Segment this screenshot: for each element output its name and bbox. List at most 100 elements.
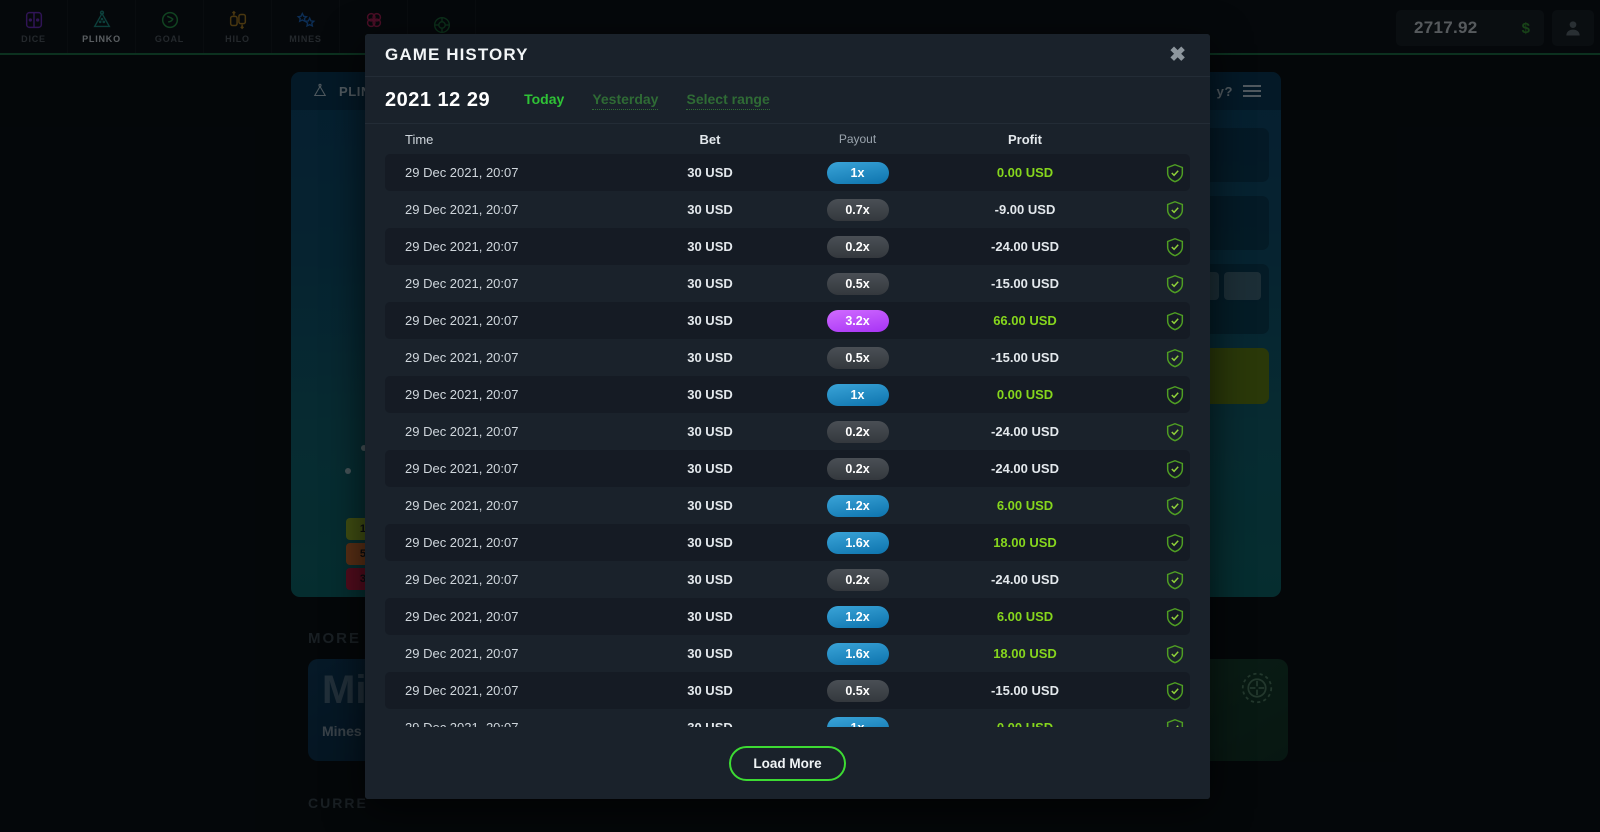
cell-profit: 0.00 USD — [930, 720, 1120, 727]
game-history-modal: GAME HISTORY ✖ 2021 12 29 Today Yesterda… — [365, 34, 1210, 799]
cell-verify — [1120, 569, 1190, 591]
cell-profit: -15.00 USD — [991, 276, 1059, 291]
table-row[interactable]: 29 Dec 2021, 20:07 30 USD 3.2x 66.00 USD — [385, 302, 1190, 339]
cell-time: 29 Dec 2021, 20:07 — [405, 350, 519, 365]
cell-time: 29 Dec 2021, 20:07 — [405, 683, 519, 698]
cell-time: 29 Dec 2021, 20:07 — [405, 276, 519, 291]
table-row[interactable]: 29 Dec 2021, 20:0730 USD1x0.00 USD — [385, 376, 1190, 413]
cell-verify — [1120, 421, 1190, 443]
table-row[interactable]: 29 Dec 2021, 20:0730 USD1x0.00 USD — [385, 154, 1190, 191]
cell-bet: 30 USD — [687, 683, 733, 698]
shield-check-icon[interactable] — [1164, 347, 1186, 369]
cell-payout: 0.5x — [785, 346, 930, 369]
cell-payout: 1.2x — [785, 605, 930, 628]
cell-bet: 30 USD — [687, 609, 733, 624]
cell-profit: 0.00 USD — [996, 165, 1054, 180]
cell-profit: 18.00 USD — [993, 646, 1057, 661]
date-link-yesterday[interactable]: Yesterday — [592, 91, 659, 110]
cell-time: 29 Dec 2021, 20:07 — [405, 424, 519, 439]
cell-time: 29 Dec 2021, 20:07 — [405, 387, 519, 402]
shield-check-icon[interactable] — [1164, 273, 1186, 295]
shield-check-icon[interactable] — [1164, 162, 1186, 184]
modal-title: GAME HISTORY — [385, 45, 529, 64]
cell-bet: 30 USD — [687, 276, 733, 291]
cell-time: 29 Dec 2021, 20:07 — [405, 202, 519, 217]
table-row[interactable]: 29 Dec 2021, 20:0730 USD1x0.00 USD — [385, 709, 1190, 727]
cell-bet: 30 USD — [687, 350, 733, 365]
payout-pill: 3.2x — [826, 309, 889, 332]
table-header-row: Time Bet Payout Profit — [385, 124, 1190, 154]
cell-profit: -15.00 USD — [991, 350, 1059, 365]
cell-verify — [1120, 606, 1190, 628]
table-row[interactable]: 29 Dec 2021, 20:07 30 USD 0.5x -15.00 USD — [385, 339, 1190, 376]
shield-check-icon[interactable] — [1164, 199, 1186, 221]
date-link-select-range[interactable]: Select range — [686, 91, 770, 110]
cell-payout: 0.5x — [785, 272, 930, 295]
cell-payout: 1x — [785, 161, 930, 184]
payout-pill: 0.5x — [826, 272, 889, 295]
shield-check-icon[interactable] — [1164, 569, 1186, 591]
shield-check-icon[interactable] — [1164, 532, 1186, 554]
cell-payout: 1.2x — [785, 494, 930, 517]
payout-pill: 0.2x — [826, 457, 889, 480]
cell-verify — [1120, 236, 1190, 258]
cell-profit: -24.00 USD — [991, 239, 1059, 254]
cell-verify — [1120, 458, 1190, 480]
payout-pill: 0.7x — [826, 198, 889, 221]
payout-pill: 1.6x — [826, 531, 889, 554]
cell-verify — [1120, 199, 1190, 221]
cell-payout: 0.2x — [785, 457, 930, 480]
shield-check-icon[interactable] — [1164, 458, 1186, 480]
shield-check-icon[interactable] — [1164, 421, 1186, 443]
cell-payout: 1x — [785, 716, 930, 727]
cell-bet: 30 USD — [687, 387, 733, 402]
shield-check-icon[interactable] — [1164, 606, 1186, 628]
cell-profit: -24.00 USD — [991, 461, 1059, 476]
column-header-payout: Payout — [838, 132, 877, 146]
payout-pill: 1.2x — [826, 605, 889, 628]
cell-bet: 30 USD — [687, 165, 733, 180]
modal-header: GAME HISTORY ✖ — [365, 34, 1210, 76]
cell-verify — [1120, 643, 1190, 665]
shield-check-icon[interactable] — [1164, 717, 1186, 728]
shield-check-icon[interactable] — [1164, 680, 1186, 702]
table-row[interactable]: 29 Dec 2021, 20:07 30 USD 0.7x -9.00 USD — [385, 191, 1190, 228]
payout-pill: 0.2x — [826, 568, 889, 591]
shield-check-icon[interactable] — [1164, 236, 1186, 258]
cell-payout: 3.2x — [785, 309, 930, 332]
cell-time: 29 Dec 2021, 20:07 — [405, 239, 519, 254]
shield-check-icon[interactable] — [1164, 384, 1186, 406]
table-row[interactable]: 29 Dec 2021, 20:07 30 USD 0.2x -24.00 USD — [385, 228, 1190, 265]
cell-time: 29 Dec 2021, 20:07 — [405, 313, 519, 328]
table-row[interactable]: 29 Dec 2021, 20:07 30 USD 0.5x -15.00 USD — [385, 672, 1190, 709]
table-row[interactable]: 29 Dec 2021, 20:07 30 USD 1.6x 18.00 USD — [385, 524, 1190, 561]
payout-pill: 1x — [826, 383, 889, 406]
shield-check-icon[interactable] — [1164, 310, 1186, 332]
cell-bet: 30 USD — [687, 646, 733, 661]
date-link-today[interactable]: Today — [524, 91, 564, 110]
table-row[interactable]: 29 Dec 2021, 20:07 30 USD 1.6x 18.00 USD — [385, 635, 1190, 672]
cell-time: 29 Dec 2021, 20:07 — [405, 498, 519, 513]
payout-pill: 0.2x — [826, 420, 889, 443]
table-row[interactable]: 29 Dec 2021, 20:07 30 USD 0.5x -15.00 USD — [385, 265, 1190, 302]
table-row[interactable]: 29 Dec 2021, 20:07 30 USD 0.2x -24.00 USD — [385, 413, 1190, 450]
cell-verify — [1120, 717, 1190, 728]
cell-verify — [1120, 310, 1190, 332]
cell-payout: 0.7x — [785, 198, 930, 221]
column-header-profit: Profit — [1008, 131, 1042, 147]
cell-bet: 30 USD — [687, 572, 733, 587]
table-row[interactable]: 29 Dec 2021, 20:07 30 USD 1.2x 6.00 USD — [385, 487, 1190, 524]
shield-check-icon[interactable] — [1164, 643, 1186, 665]
cell-verify — [1120, 532, 1190, 554]
cell-payout: 1.6x — [785, 642, 930, 665]
table-row[interactable]: 29 Dec 2021, 20:07 30 USD 0.2x -24.00 USD — [385, 450, 1190, 487]
cell-profit: 6.00 USD — [996, 609, 1054, 624]
shield-check-icon[interactable] — [1164, 495, 1186, 517]
selected-date-value: 2021 12 29 — [385, 88, 491, 111]
table-row[interactable]: 29 Dec 2021, 20:07 30 USD 0.2x -24.00 USD — [385, 561, 1190, 598]
column-header-time: Time — [405, 131, 434, 147]
close-icon[interactable]: ✖ — [1165, 43, 1190, 67]
load-more-button[interactable]: Load More — [729, 745, 846, 781]
table-row[interactable]: 29 Dec 2021, 20:07 30 USD 1.2x 6.00 USD — [385, 598, 1190, 635]
cell-verify — [1120, 347, 1190, 369]
